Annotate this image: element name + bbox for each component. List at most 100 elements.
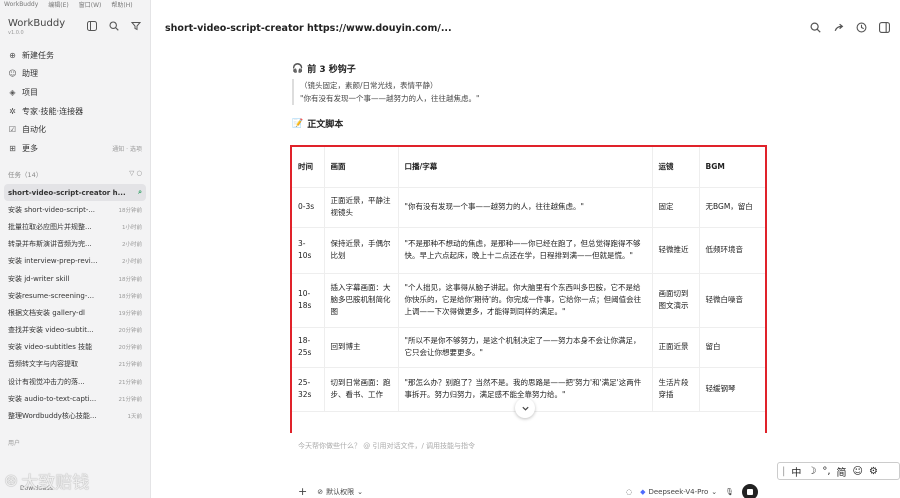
model-selector[interactable]: ◆ Deepseek-V4-Pro ⌄ xyxy=(640,488,717,496)
task-time: 21分钟前 xyxy=(118,379,143,386)
cell-visual: 回到博主 xyxy=(324,327,399,368)
cell-voiceover: "你有没有发现一个事——越努力的人，往往越焦虑。" xyxy=(398,187,653,228)
watermark: ⊛ 大致赔钱 xyxy=(4,468,89,494)
task-item[interactable]: 安装resume-screening-... 18分钟前 xyxy=(4,287,146,304)
cell-voiceover: "所以不是你不够努力，是这个机制决定了——努力本身不会让你满足，它只会让你想要更… xyxy=(398,327,653,368)
chat-input-placeholder: 今天帮你做些什么？ @ 引用对话文件，/ 调用技能与指令 xyxy=(298,442,476,450)
task-time: 1小时前 xyxy=(122,224,142,231)
column-header: 画面 xyxy=(324,147,399,188)
nav-label: 新建任务 xyxy=(22,50,54,60)
task-time: 21分钟前 xyxy=(118,396,143,403)
punctuation-icon[interactable]: °, xyxy=(822,466,830,477)
add-attachment-icon[interactable]: + xyxy=(298,485,307,498)
panel-icon[interactable] xyxy=(879,21,890,35)
microphone-icon[interactable]: 🎙 xyxy=(725,488,734,496)
nav-assistant[interactable]: ☺ 助理 xyxy=(8,65,142,84)
nav-new-task[interactable]: ⊕ 新建任务 xyxy=(8,46,142,65)
task-item[interactable]: 安装 video-subtitles 技能 20分钟前 xyxy=(4,339,146,356)
task-time: 1天前 xyxy=(127,414,143,421)
chevron-down-icon xyxy=(521,406,529,411)
task-time: 2小时前 xyxy=(122,259,142,266)
table-row: 10-18s 插入字幕画面：大脑多巴胺机制简化图 "个人拙见，这事得从脑子讲起。… xyxy=(292,273,765,328)
column-header: 运镜 xyxy=(652,147,700,188)
main-topbar: short-video-script-creator https://www.d… xyxy=(165,20,890,36)
cell-voiceover: "不是那种不想动的焦虑，是那种——你已经在跑了，但总觉得跑得不够快。早上六点起床… xyxy=(398,227,653,274)
task-name: 根据文档安装 gallery-dl xyxy=(8,308,85,317)
document-content: 🎧 前 3 秒钩子 （镜头固定，素颜/日常光线，表情平静） "你有没有发现一个事… xyxy=(292,62,772,130)
menu-edit[interactable]: 编辑(E) xyxy=(48,0,68,9)
ime-toolbar: | 中 ☽ °, 简 ☺ ⚙ xyxy=(777,462,900,480)
task-name: 安装 audio-to-text-capti... xyxy=(8,394,97,403)
task-item[interactable]: 安装 audio-to-text-capti... 21分钟前 xyxy=(4,390,146,407)
cell-visual: 保持近景，手偶尔比划 xyxy=(324,227,399,274)
cell-bgm: 无BGM，留白 xyxy=(699,187,765,228)
sidebar-footer[interactable]: 用户 xyxy=(8,438,20,447)
task-item[interactable]: 整理Wordbuddy核心技能... 1天前 xyxy=(4,407,146,424)
task-item[interactable]: 批量拉取必应图片并规整... 1小时前 xyxy=(4,218,146,235)
task-item[interactable]: 转录并布斯演讲音频为完... 2小时前 xyxy=(4,236,146,253)
nav-more-right[interactable]: 通知 · 选项 xyxy=(112,144,142,153)
composer-toolbar: + ⊘ 默认权限 ⌄ ◌ ◆ Deepseek-V4-Pro ⌄ 🎙 xyxy=(298,483,758,498)
task-name: 安装 jd-writer skill xyxy=(8,274,70,283)
task-item[interactable]: 安装 short-video-script-... 18分钟前 xyxy=(4,201,146,218)
task-active-icon: ⌕ xyxy=(138,188,142,197)
task-name: 安装 interview-prep-revi... xyxy=(8,257,98,266)
sidebar-toolbar xyxy=(86,20,142,32)
ime-mode[interactable]: 中 xyxy=(791,464,801,479)
task-time: 2小时前 xyxy=(122,242,142,249)
menu-window[interactable]: 窗口(W) xyxy=(79,0,102,9)
hook-title: 前 3 秒钩子 xyxy=(307,65,356,75)
tasks-header-actions[interactable]: ▽ ○ xyxy=(129,169,142,179)
tasks-count-label: 任务（14） xyxy=(8,171,43,179)
cell-visual: 插入字幕画面：大脑多巴胺机制简化图 xyxy=(324,273,399,328)
task-item[interactable]: 根据文档安装 gallery-dl 19分钟前 xyxy=(4,304,146,321)
topbar-actions xyxy=(810,21,890,35)
ime-handle-icon[interactable]: | xyxy=(782,466,785,477)
emoji-icon[interactable]: ☺ xyxy=(853,466,863,477)
task-item[interactable]: short-video-script-creator h... ⌕ xyxy=(4,184,146,202)
task-item[interactable]: 音频转文字与内容提取 21分钟前 xyxy=(4,356,146,373)
check-icon: ☑ xyxy=(8,125,17,135)
send-button[interactable] xyxy=(742,483,758,498)
table-row: 0-3s 正面近景，平静注视镜头 "你有没有发现一个事——越努力的人，往往越焦虑… xyxy=(292,187,765,228)
cell-camera: 生活片段穿插 xyxy=(652,367,700,412)
nav-more[interactable]: ⊞ 更多 通知 · 选项 xyxy=(8,139,142,158)
watermark-logo-icon: ⊛ xyxy=(4,470,19,491)
task-item[interactable]: 安装 jd-writer skill 18分钟前 xyxy=(4,270,146,287)
ime-script[interactable]: 简 xyxy=(837,464,847,479)
cell-camera: 正面近景 xyxy=(652,327,700,368)
moon-icon[interactable]: ☽ xyxy=(807,466,816,477)
filter-icon[interactable] xyxy=(130,20,142,32)
sidebar-toggle-icon[interactable] xyxy=(86,20,98,32)
search-icon[interactable] xyxy=(810,21,821,35)
column-header: 口播/字幕 xyxy=(398,147,653,188)
hook-heading: 🎧 前 3 秒钩子 xyxy=(292,62,772,76)
task-item[interactable]: 设计有视觉冲击力的落... 21分钟前 xyxy=(4,373,146,390)
menu-help[interactable]: 帮助(H) xyxy=(111,0,132,9)
task-list: short-video-script-creator h... ⌕ 安装 sho… xyxy=(4,184,146,425)
nav-automation[interactable]: ☑ 自动化 xyxy=(8,120,142,139)
app-version: v1.0.0 xyxy=(8,30,24,36)
share-icon[interactable] xyxy=(833,22,844,35)
task-item[interactable]: 安装 interview-prep-revi... 2小时前 xyxy=(4,253,146,270)
cell-time: 0-3s xyxy=(292,187,325,228)
nav-projects[interactable]: ◈ 项目 xyxy=(8,83,142,102)
tasks-header: 任务（14） ▽ ○ xyxy=(8,169,142,179)
task-item[interactable]: 查找并安装 video-subtit... 20分钟前 xyxy=(4,322,146,339)
cell-time: 25-32s xyxy=(292,367,325,412)
app-name: WorkBuddy xyxy=(8,18,66,29)
cell-visual: 正面近景，平静注视镜头 xyxy=(324,187,399,228)
nav-experts[interactable]: ✲ 专家·技能·连接器 xyxy=(8,102,142,121)
permission-selector[interactable]: ⊘ 默认权限 ⌄ xyxy=(317,487,363,497)
more-icon: ⊞ xyxy=(9,143,16,153)
history-icon[interactable] xyxy=(856,22,867,35)
scroll-down-button[interactable] xyxy=(515,398,535,418)
cell-camera: 轻微推近 xyxy=(652,227,700,274)
tools-icon: ✲ xyxy=(9,106,16,116)
nav-label: 更多 xyxy=(22,143,38,153)
table-row: 18-25s 回到博主 "所以不是你不够努力，是这个机制决定了——努力本身不会让… xyxy=(292,327,765,368)
menu-app[interactable]: WorkBuddy xyxy=(4,1,38,8)
headphones-icon: 🎧 xyxy=(292,63,304,74)
search-icon[interactable] xyxy=(108,20,120,32)
settings-gear-icon[interactable]: ⚙ xyxy=(869,466,878,477)
